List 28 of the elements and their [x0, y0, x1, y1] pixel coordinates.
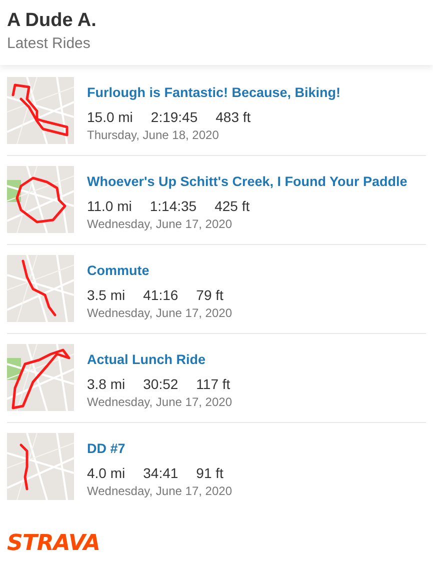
elevation-gain: 117 ft: [196, 375, 230, 394]
ride-title[interactable]: Actual Lunch Ride: [87, 350, 232, 370]
ride-title[interactable]: DD #7: [87, 439, 232, 459]
ride-date: Wednesday, June 17, 2020: [87, 394, 232, 410]
distance: 4.0 mi: [87, 464, 126, 483]
elevation-gain: 425 ft: [214, 197, 250, 216]
moving-time: 30:52: [143, 375, 178, 394]
elevation-gain: 79 ft: [196, 286, 224, 305]
distance: 11.0 mi: [87, 197, 132, 216]
distance: 15.0 mi: [87, 108, 133, 127]
moving-time: 1:14:35: [150, 197, 197, 216]
moving-time: 34:41: [143, 464, 178, 483]
ride-title[interactable]: Whoever's Up Schitt's Creek, I Found Your Paddle: [87, 172, 408, 192]
ride-title[interactable]: Furlough is Fantastic! Because, Biking!: [87, 83, 341, 103]
ride-date: Wednesday, June 17, 2020: [87, 305, 232, 321]
distance: 3.5 mi: [87, 286, 126, 305]
athlete-name: A Dude A.: [7, 9, 98, 33]
ride-date: Wednesday, June 17, 2020: [87, 216, 233, 232]
moving-time: 41:16: [143, 286, 178, 305]
elevation-gain: 91 ft: [196, 464, 224, 483]
strava-logo[interactable]: STRAVA: [7, 533, 100, 555]
ride-date: Wednesday, June 17, 2020: [87, 483, 232, 499]
distance: 3.8 mi: [87, 375, 126, 394]
ride-title[interactable]: Commute: [87, 261, 232, 281]
elevation-gain: 483 ft: [216, 108, 251, 127]
ride-date: Thursday, June 18, 2020: [87, 127, 220, 143]
moving-time: 2:19:45: [150, 108, 198, 127]
page-subtitle: Latest Rides: [7, 34, 92, 54]
